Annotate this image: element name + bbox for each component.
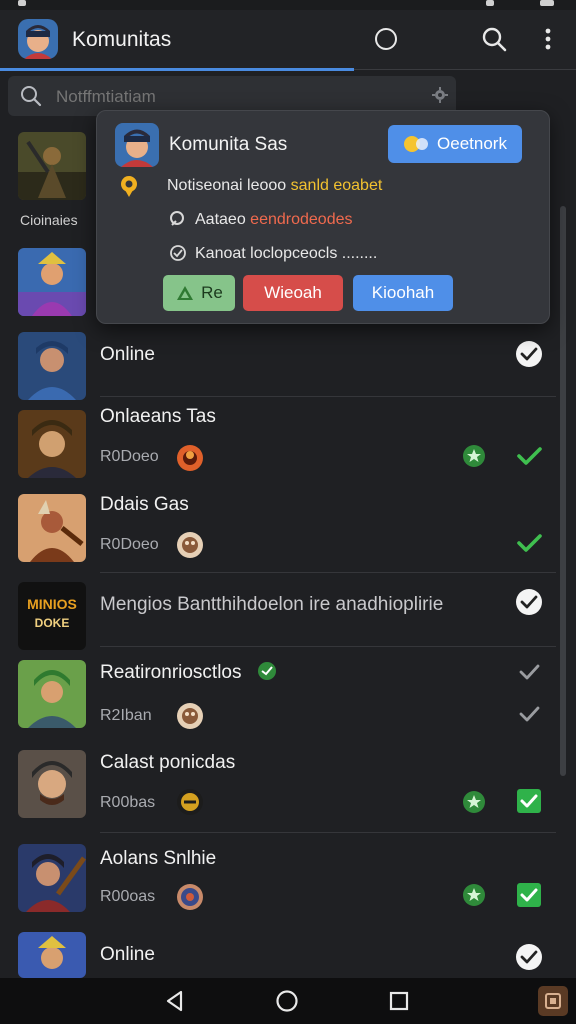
circle-icon[interactable] [371, 24, 401, 54]
app-title: Komunitas [72, 28, 172, 51]
avatar[interactable] [18, 19, 58, 59]
list-item[interactable]: Onlaeans Tas R0Doeo [0, 404, 560, 490]
skull-badge-icon [176, 702, 204, 730]
game-thumbnail [18, 410, 86, 478]
home-icon[interactable] [274, 988, 300, 1014]
pin-icon [119, 175, 139, 202]
search-input[interactable] [54, 82, 418, 112]
popup-line: Notiseonai leooo sanld eoabet [167, 177, 382, 195]
list-item[interactable]: Aolans Snlhie R00oas [0, 836, 560, 928]
divider [354, 69, 576, 70]
status-bar [0, 0, 576, 10]
triangle-icon [177, 286, 194, 300]
item-subtitle: R0Doeo [100, 536, 159, 553]
skull-badge-icon [176, 531, 204, 559]
check-circle-icon[interactable] [514, 587, 544, 617]
settings-icon[interactable] [432, 87, 448, 108]
check-circle-icon[interactable] [514, 942, 544, 972]
system-nav-bar [0, 978, 576, 1024]
search-icon [20, 85, 42, 112]
popup-title: Komunita Sas [169, 134, 288, 155]
check-icon[interactable] [514, 528, 544, 558]
popup-line: Aataeo eendrodeodes [195, 211, 352, 229]
re-button[interactable]: Re [163, 275, 235, 311]
line-text: Notiseonai leooo [167, 177, 287, 194]
game-logo: MINIOS DOKE [18, 582, 86, 650]
game-thumbnail [18, 932, 86, 978]
item-name: Ddais Gas [100, 494, 189, 515]
popup-line: Kanoat loclopceocls ........ [195, 245, 378, 262]
back-icon[interactable] [162, 988, 188, 1014]
line-highlight: sanld eoabet [290, 177, 383, 194]
scrollbar[interactable] [560, 206, 566, 776]
item-subtitle: R00oas [100, 888, 156, 905]
link-icon [169, 210, 187, 233]
list-item[interactable]: Ddais Gas R0Doeo [0, 490, 560, 574]
game-thumbnail [18, 332, 86, 400]
battery-icon [540, 0, 554, 6]
network-button[interactable]: Oeetnork [388, 125, 522, 163]
gold-badge-icon [176, 788, 204, 816]
item-name: Mengios Bantthihdoelon ire anadhioplirie [100, 594, 444, 615]
item-name: Onlaeans Tas [100, 406, 216, 427]
check-icon[interactable] [514, 657, 544, 687]
more-vert-icon[interactable] [533, 24, 563, 54]
green-star-icon [462, 883, 486, 907]
divider [100, 646, 556, 647]
game-thumbnail [18, 660, 86, 728]
check-icon[interactable] [514, 699, 544, 729]
list-item[interactable]: Reatironriosctlos R2Iban [0, 652, 560, 742]
green-star-icon [462, 444, 486, 468]
re-button-label: Re [201, 283, 223, 302]
verified-icon [257, 661, 277, 681]
recents-icon[interactable] [386, 988, 412, 1014]
item-name: Reatironriosctlos [100, 662, 242, 683]
item-name: Online [100, 944, 155, 965]
game-thumbnail [18, 248, 86, 316]
green-star-icon [462, 790, 486, 814]
check-icon[interactable] [514, 441, 544, 471]
game-thumbnail [18, 750, 86, 818]
tab-indicator [0, 68, 354, 71]
item-name: Online [100, 344, 155, 365]
line-highlight: eendrodeodes [250, 211, 353, 228]
search-icon[interactable] [479, 24, 509, 54]
blue-badge-icon [176, 883, 204, 911]
wieoah-button[interactable]: Wieoah [243, 275, 343, 311]
network-button-label: Oeetnork [437, 134, 507, 153]
divider [100, 396, 556, 397]
app-bar: Komunitas [0, 10, 576, 71]
item-subtitle: R00bas [100, 794, 156, 811]
divider [100, 832, 556, 833]
check-circle-icon [169, 244, 187, 267]
checkbox-checked-icon[interactable] [514, 786, 544, 816]
logo-text: MINIOS [27, 596, 77, 612]
kioohah-button[interactable]: Kioohah [353, 275, 453, 311]
notification-popup: Komunita Sas Oeetnork Notiseonai leooo s… [96, 110, 550, 324]
list-item[interactable]: Calast ponicdas R00bas [0, 744, 560, 832]
item-subtitle: R2Iban [100, 707, 152, 724]
list-item[interactable]: MINIOS DOKE Mengios Bantthihdoelon ire a… [0, 574, 560, 650]
item-name: Calast ponicdas [100, 752, 236, 773]
status-icon [18, 0, 26, 6]
checkbox-checked-icon[interactable] [514, 880, 544, 910]
game-thumbnail [18, 844, 86, 912]
list-item[interactable]: Online [0, 928, 560, 978]
game-thumbnail [18, 494, 86, 562]
game-thumbnail [18, 132, 86, 200]
divider [100, 572, 556, 573]
list-item[interactable]: Online [0, 324, 560, 404]
check-circle-icon[interactable] [514, 339, 544, 369]
category-label: Cioinaies [20, 212, 78, 228]
orange-badge-icon [176, 444, 204, 472]
line-text: Aataeo [195, 211, 246, 228]
item-name: Aolans Snlhie [100, 848, 217, 869]
item-subtitle: R0Doeo [100, 448, 159, 465]
app-thumb-icon[interactable] [538, 986, 568, 1016]
chat-bubble-icon [404, 136, 429, 152]
popup-avatar [115, 123, 159, 167]
logo-text: DOKE [34, 616, 70, 630]
status-icon [486, 0, 494, 6]
